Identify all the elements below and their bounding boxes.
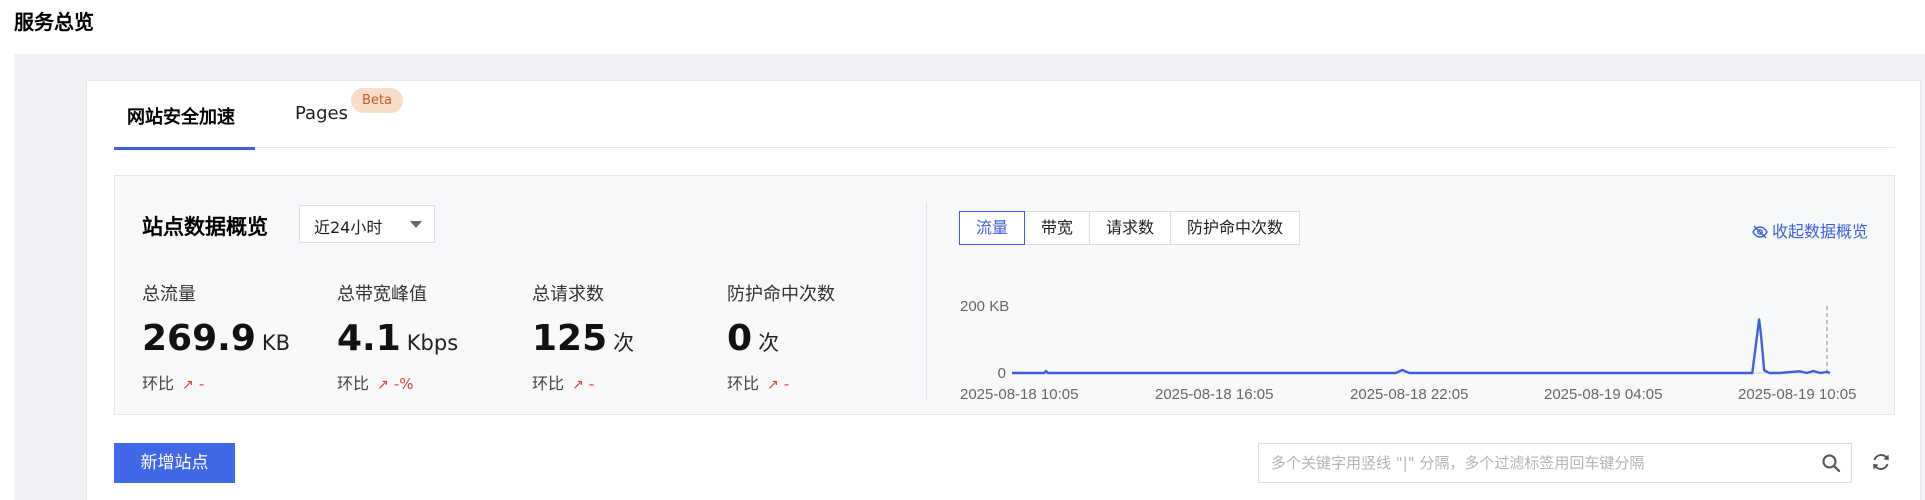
stat-compare-label: 环比	[337, 374, 370, 393]
y-tick-label: 200 KB	[960, 298, 1009, 315]
add-site-button[interactable]: 新增站点	[114, 443, 235, 483]
metric-tab-traffic[interactable]: 流量	[959, 211, 1026, 245]
trend-up-icon: ↗	[182, 377, 194, 393]
stat-label: 总请求数	[532, 284, 604, 305]
stat-total-requests: 总请求数 125 次 环比 ↗ -	[532, 280, 722, 394]
y-tick-label: 0	[998, 365, 1006, 382]
x-tick-label: 2025-08-19 04:05	[1544, 386, 1662, 403]
stat-compare-value: -	[198, 375, 205, 393]
refresh-icon[interactable]	[1870, 451, 1892, 473]
metric-tabs: 流量 带宽 请求数 防护命中次数	[959, 211, 1301, 245]
stat-unit: 次	[758, 331, 780, 355]
time-range-select[interactable]: 近24小时	[299, 205, 435, 243]
beta-badge: Beta	[351, 88, 403, 113]
metric-tab-requests[interactable]: 请求数	[1089, 211, 1172, 245]
trend-up-icon: ↗	[377, 377, 389, 393]
tab-site-acceleration[interactable]: 网站安全加速	[114, 103, 255, 148]
stat-compare-value: -	[783, 375, 790, 393]
x-tick-label: 2025-08-18 22:05	[1350, 386, 1468, 403]
metric-tab-bandwidth[interactable]: 带宽	[1024, 211, 1091, 245]
stat-label: 总流量	[142, 284, 196, 305]
stat-label: 总带宽峰值	[337, 284, 427, 305]
metric-tab-protection-hits[interactable]: 防护命中次数	[1170, 211, 1301, 245]
panel-divider	[926, 202, 927, 400]
search-box	[1258, 443, 1852, 483]
stat-compare-value: -	[588, 375, 595, 393]
eye-off-icon	[1752, 225, 1768, 239]
stat-compare-value: -%	[393, 375, 414, 393]
stat-compare-label: 环比	[142, 374, 175, 393]
stat-bandwidth-peak: 总带宽峰值 4.1 Kbps 环比 ↗ -%	[337, 280, 527, 394]
overview-card: 网站安全加速 Pages Beta 站点数据概览 近24小时 总流量 269.9…	[86, 80, 1921, 500]
collapse-overview-link[interactable]: 收起数据概览	[1752, 218, 1868, 242]
trend-up-icon: ↗	[572, 377, 584, 393]
stat-compare-label: 环比	[532, 374, 565, 393]
tab-bar: 网站安全加速 Pages Beta	[114, 81, 1895, 150]
stat-label: 防护命中次数	[727, 284, 835, 305]
search-icon[interactable]	[1821, 453, 1841, 473]
x-tick-label: 2025-08-18 16:05	[1155, 386, 1273, 403]
stat-value: 4.1	[337, 318, 401, 359]
search-input[interactable]	[1259, 444, 1799, 482]
time-range-value: 近24小时	[314, 218, 383, 237]
stat-unit: Kbps	[406, 331, 459, 355]
stat-unit: 次	[613, 331, 635, 355]
x-tick-label: 2025-08-19 10:05	[1738, 386, 1856, 403]
stat-compare-label: 环比	[727, 374, 760, 393]
tab-pages[interactable]: Pages	[295, 103, 348, 148]
stat-total-traffic: 总流量 269.9 KB 环比 ↗ -	[142, 280, 332, 394]
tab-active-indicator	[114, 147, 255, 150]
traffic-chart: 200 KB 0 2025-08-18 10:05 2025-08-18 16:…	[960, 298, 1856, 403]
collapse-label: 收起数据概览	[1771, 222, 1868, 241]
page-title: 服务总览	[14, 10, 94, 34]
trend-up-icon: ↗	[767, 377, 779, 393]
traffic-series-line	[1012, 318, 1831, 375]
overview-title: 站点数据概览	[142, 215, 268, 239]
stat-value: 0	[727, 318, 753, 359]
stat-value: 269.9	[142, 318, 256, 359]
stat-value: 125	[532, 318, 608, 359]
caret-down-icon	[410, 221, 422, 228]
site-data-overview-panel: 站点数据概览 近24小时 总流量 269.9 KB 环比 ↗ - 总带宽峰值 4.1…	[114, 175, 1895, 415]
stat-protection-hits: 防护命中次数 0次 环比 ↗ -	[727, 280, 917, 394]
stat-unit: KB	[261, 331, 291, 355]
x-tick-label: 2025-08-18 10:05	[960, 386, 1078, 403]
